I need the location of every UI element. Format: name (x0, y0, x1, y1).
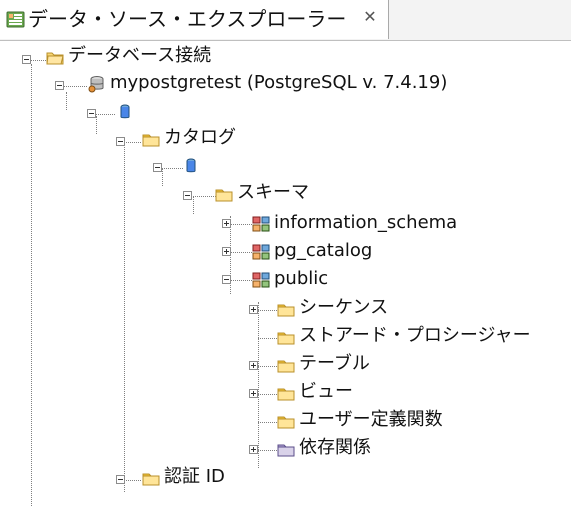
tree-label-authorization-ids: 認証 ID (164, 466, 225, 487)
expand-toggle-dependencies[interactable] (249, 445, 258, 454)
collapse-toggle-database-connections[interactable] (22, 55, 31, 64)
collapse-toggle-authorization-ids[interactable] (116, 475, 125, 484)
tab-title: データ・ソース・エクスプローラー (28, 7, 347, 31)
data-source-explorer-tab[interactable]: データ・ソース・エクスプローラー ✕ (0, 0, 389, 39)
tree-label-information-schema: information_schema (274, 212, 458, 233)
database-icon (120, 104, 130, 119)
collapse-toggle-public[interactable] (222, 275, 231, 284)
database-connection-icon (88, 76, 104, 93)
tree-label-stored-procedures: ストアード・プロシージャー (299, 325, 531, 346)
folder-icon (277, 332, 295, 345)
schema-icon (252, 216, 270, 232)
view-tab-bar: データ・ソース・エクスプローラー ✕ (0, 0, 571, 41)
dependency-folder-icon (277, 444, 295, 457)
expand-toggle-pg-catalog[interactable] (222, 247, 231, 256)
folder-icon (277, 360, 295, 373)
expand-toggle-sequences[interactable] (249, 305, 258, 314)
tree-label-schemas: スキーマ (237, 182, 309, 203)
tree-label-views: ビュー (299, 381, 353, 402)
folder-icon (277, 388, 295, 401)
tree-label-dependencies: 依存関係 (299, 437, 371, 458)
folder-icon (142, 134, 160, 147)
folder-icon (142, 473, 160, 486)
data-source-explorer-icon (6, 11, 25, 28)
expand-toggle-views[interactable] (249, 389, 258, 398)
tree-label-tables: テーブル (299, 353, 370, 374)
tree-label-pg-catalog: pg_catalog (274, 240, 373, 261)
explorer-tree: データベース接続 mypostgretest (PostgreSQL v. 7.… (0, 40, 571, 506)
folder-icon (277, 416, 295, 429)
folder-icon (277, 304, 295, 317)
tree-label-database-connections: データベース接続 (68, 45, 212, 66)
schema-icon (252, 244, 270, 260)
tree-label-udfs: ユーザー定義関数 (299, 409, 443, 430)
folder-open-icon (46, 52, 64, 65)
expand-toggle-information-schema[interactable] (222, 219, 231, 228)
collapse-toggle-schemas[interactable] (183, 191, 192, 200)
tree-label-catalogs: カタログ (164, 127, 236, 148)
collapse-toggle-catalog-db[interactable] (153, 163, 162, 172)
collapse-toggle-db[interactable] (87, 109, 96, 118)
collapse-toggle-catalogs[interactable] (116, 137, 125, 146)
tree-label-sequences: シーケンス (299, 297, 389, 318)
database-icon (186, 158, 196, 173)
tree-label-public: public (274, 268, 329, 289)
schema-icon (252, 272, 270, 288)
tree-label-connection: mypostgretest (PostgreSQL v. 7.4.19) (110, 72, 448, 93)
close-icon[interactable]: ✕ (362, 9, 378, 25)
collapse-toggle-connection[interactable] (55, 81, 64, 90)
folder-icon (215, 189, 233, 202)
expand-toggle-tables[interactable] (249, 361, 258, 370)
